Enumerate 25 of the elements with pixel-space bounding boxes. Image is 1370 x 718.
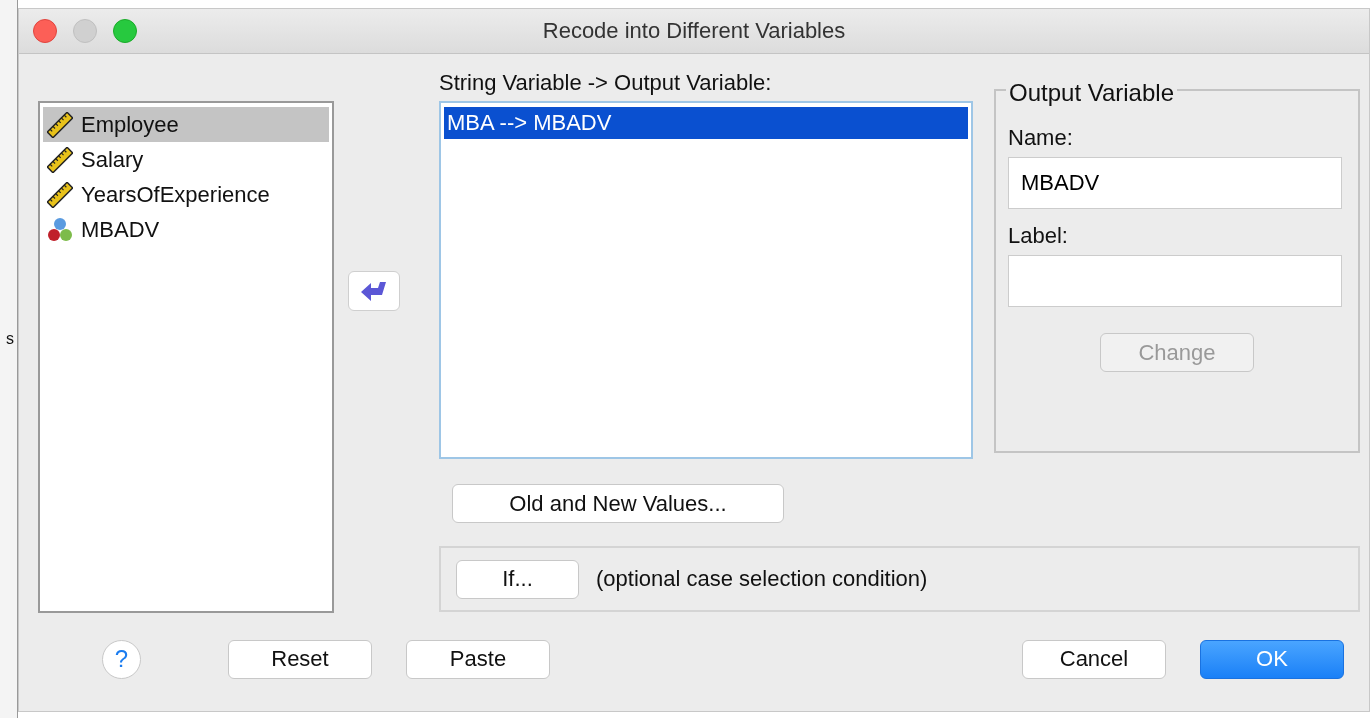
footer-button[interactable]: Paste (406, 639, 550, 679)
old-and-new-values-button[interactable]: Old and New Values... (452, 484, 784, 523)
if-button[interactable]: If... (456, 559, 579, 599)
background-text: s (6, 330, 14, 348)
window-title: Recode into Different Variables (542, 18, 846, 44)
if-note: (optional case selection condition) (596, 566, 928, 592)
variable-item[interactable]: Salary (43, 142, 329, 177)
minimize-button[interactable] (73, 19, 97, 43)
footer-button[interactable]: Reset (228, 639, 372, 679)
variable-item[interactable]: MBADV (43, 212, 329, 247)
name-label: Name: (1008, 125, 1074, 151)
label-label: Label: (1008, 223, 1069, 249)
label-field[interactable] (1008, 255, 1342, 307)
help-button[interactable]: ? (102, 639, 141, 679)
zoom-button[interactable] (113, 19, 137, 43)
name-field[interactable]: MBADV (1008, 157, 1342, 209)
move-back-button[interactable] (347, 271, 400, 311)
close-button[interactable] (33, 19, 57, 43)
list-label: String Variable -> Output Variable: (439, 75, 773, 97)
footer-button[interactable]: Cancel (1022, 639, 1166, 679)
variable-item[interactable]: YearsOfExperience (43, 177, 329, 212)
circles-icon (47, 216, 73, 243)
mapping-item[interactable]: MBA --> MBADV (444, 107, 968, 139)
variable-item[interactable]: Employee (43, 107, 329, 142)
arrow-left-icon (359, 279, 388, 303)
